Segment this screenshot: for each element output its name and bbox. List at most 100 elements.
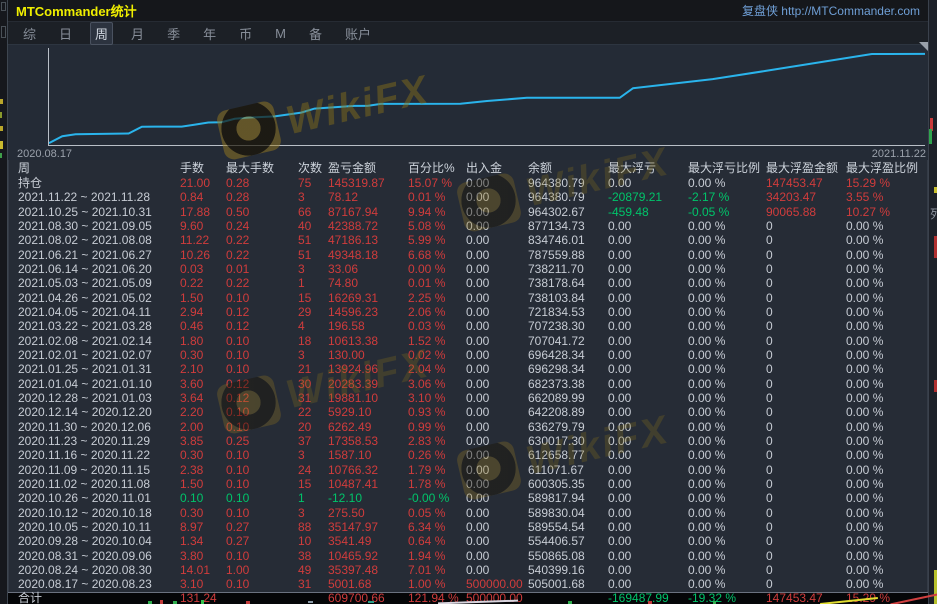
table-row[interactable]: 2021.02.01 ~ 2021.02.070.300.103130.000.… [8, 348, 928, 362]
column-header[interactable]: 周 [18, 160, 180, 176]
value-cell: 0.10 [180, 491, 226, 505]
candle-fragment [0, 141, 3, 149]
menu-item-daily[interactable]: 日 [54, 22, 77, 45]
table-row[interactable]: 2020.10.12 ~ 2020.10.180.300.103275.500.… [8, 506, 928, 520]
value-cell: 0.00 [608, 305, 688, 319]
value-cell: 0.00 % [688, 262, 766, 276]
value-cell: 6262.49 [328, 420, 408, 434]
value-cell: 3.10 [180, 577, 226, 591]
column-header[interactable]: 余额 [528, 160, 608, 176]
menu-item-weekly[interactable]: 周 [90, 22, 113, 45]
table-row[interactable]: 2020.11.02 ~ 2020.11.081.500.101510487.4… [8, 477, 928, 491]
value-cell: 34203.47 [766, 190, 846, 204]
menu-item-quarterly[interactable]: 季 [162, 22, 185, 45]
table-row[interactable]: 2020.08.17 ~ 2020.08.233.100.10315001.68… [8, 577, 928, 591]
value-cell: 834746.01 [528, 233, 608, 247]
value-cell: 0.28 [226, 190, 298, 204]
table-row[interactable]: 2020.08.31 ~ 2020.09.063.800.103810465.9… [8, 549, 928, 563]
table-row[interactable]: 2021.04.26 ~ 2021.05.021.500.101516269.3… [8, 291, 928, 305]
value-cell: 1 [298, 491, 328, 505]
table-row[interactable]: 2021.01.04 ~ 2021.01.103.600.123020283.3… [8, 377, 928, 391]
value-cell: 0.00 [466, 377, 528, 391]
value-cell: 0.50 [226, 205, 298, 219]
table-row[interactable]: 2021.01.25 ~ 2021.01.312.100.102113924.9… [8, 362, 928, 376]
column-header[interactable]: 百分比% [408, 160, 466, 176]
value-cell: 0.00 [466, 491, 528, 505]
value-cell: 1.50 [180, 477, 226, 491]
menu-item-monthly[interactable]: 月 [126, 22, 149, 45]
column-header[interactable]: 最大浮盈金额 [766, 160, 846, 176]
table-row[interactable]: 2021.06.14 ~ 2021.06.200.030.01333.060.0… [8, 262, 928, 276]
column-header[interactable]: 最大浮亏 [608, 160, 688, 176]
table-row[interactable]: 2021.10.25 ~ 2021.10.3117.880.506687167.… [8, 205, 928, 219]
value-cell: -0.05 % [688, 205, 766, 219]
table-row[interactable]: 2021.02.08 ~ 2021.02.141.800.101810613.3… [8, 334, 928, 348]
value-cell: 877134.73 [528, 219, 608, 233]
value-cell: 10465.92 [328, 549, 408, 563]
menu-item-currency[interactable]: 币 [234, 22, 257, 45]
menu-item-account[interactable]: 账户 [340, 22, 376, 45]
value-cell: 0.00 [466, 276, 528, 290]
week-range-cell: 2020.10.26 ~ 2020.11.01 [18, 491, 180, 505]
table-row[interactable]: 2020.11.23 ~ 2020.11.293.850.253717358.5… [8, 434, 928, 448]
value-cell: 0.00 [608, 362, 688, 376]
column-header[interactable]: 出入金 [466, 160, 528, 176]
menu-item-overview[interactable]: 综 [18, 22, 41, 45]
table-row[interactable]: 2020.11.16 ~ 2020.11.220.300.1031587.100… [8, 448, 928, 462]
table-row[interactable]: 2021.04.05 ~ 2021.04.112.940.122914596.2… [8, 305, 928, 319]
column-header[interactable]: 最大浮亏比例 [688, 160, 766, 176]
value-cell: 0.03 % [408, 319, 466, 333]
value-cell: 0.00 % [846, 420, 928, 434]
table-row[interactable]: 2021.05.03 ~ 2021.05.090.220.22174.800.0… [8, 276, 928, 290]
column-header[interactable]: 最大浮盈比例 [846, 160, 928, 176]
table-row[interactable]: 2020.08.24 ~ 2020.08.3014.011.004935397.… [8, 563, 928, 577]
week-range-cell: 2020.11.16 ~ 2020.11.22 [18, 448, 180, 462]
window-chrome-fragment [1, 2, 6, 11]
value-cell: 13924.96 [328, 362, 408, 376]
candle-fragment [368, 601, 374, 603]
value-cell: 1.00 % [408, 577, 466, 591]
value-cell: 0 [766, 577, 846, 591]
value-cell: 78.12 [328, 190, 408, 204]
value-cell: 145319.87 [328, 176, 408, 190]
value-cell: 0.00 [466, 190, 528, 204]
column-header[interactable]: 手数 [180, 160, 226, 176]
column-header[interactable]: 盈亏金额 [328, 160, 408, 176]
table-row[interactable]: 2020.11.30 ~ 2020.12.062.000.10206262.49… [8, 420, 928, 434]
menu-item-yearly[interactable]: 年 [198, 22, 221, 45]
value-cell: 0.00 % [408, 262, 466, 276]
table-row[interactable]: 2020.10.05 ~ 2020.10.118.970.278835147.9… [8, 520, 928, 534]
table-row[interactable]: 2020.11.09 ~ 2020.11.152.380.102410766.3… [8, 463, 928, 477]
value-cell: 6.68 % [408, 248, 466, 262]
table-row[interactable]: 2020.09.28 ~ 2020.10.041.340.27103541.49… [8, 534, 928, 548]
column-header[interactable]: 最大手数 [226, 160, 298, 176]
table-row[interactable]: 2020.10.26 ~ 2020.11.010.100.101-12.10-0… [8, 491, 928, 505]
value-cell: 1.94 % [408, 549, 466, 563]
value-cell: 2.00 [180, 420, 226, 434]
value-cell: 19881.10 [328, 391, 408, 405]
value-cell: 1.34 [180, 534, 226, 548]
value-cell: 0.00 % [846, 305, 928, 319]
value-cell: 3 [298, 190, 328, 204]
menu-item-notes[interactable]: 备 [304, 22, 327, 45]
table-row[interactable]: 持仓21.000.2875145319.8715.07 %0.00964380.… [8, 176, 928, 190]
value-cell: 0.01 % [408, 190, 466, 204]
column-header[interactable]: 次数 [298, 160, 328, 176]
value-cell: 0.00 % [846, 534, 928, 548]
table-row[interactable]: 2021.03.22 ~ 2021.03.280.460.124196.580.… [8, 319, 928, 333]
table-row[interactable]: 2020.12.14 ~ 2020.12.202.200.10225929.10… [8, 405, 928, 419]
brand-link[interactable]: 复盘侠 http://MTCommander.com [742, 2, 920, 19]
table-row[interactable]: 2021.08.02 ~ 2021.08.0811.220.225147186.… [8, 233, 928, 247]
menu-item-m[interactable]: M [270, 24, 291, 43]
table-row[interactable]: 2021.08.30 ~ 2021.09.059.600.244042388.7… [8, 219, 928, 233]
value-cell: 707041.72 [528, 334, 608, 348]
table-row[interactable]: 2021.06.21 ~ 2021.06.2710.260.225149348.… [8, 248, 928, 262]
value-cell: 0 [766, 534, 846, 548]
table-row[interactable]: 2020.12.28 ~ 2021.01.033.640.123119881.1… [8, 391, 928, 405]
table-row[interactable]: 2021.11.22 ~ 2021.11.280.840.28378.120.0… [8, 190, 928, 204]
indicator-line-fragment [438, 600, 518, 604]
week-range-cell: 2020.12.14 ~ 2020.12.20 [18, 405, 180, 419]
value-cell: 0.30 [180, 448, 226, 462]
value-cell: 0.00 % [688, 463, 766, 477]
value-cell: 47186.13 [328, 233, 408, 247]
